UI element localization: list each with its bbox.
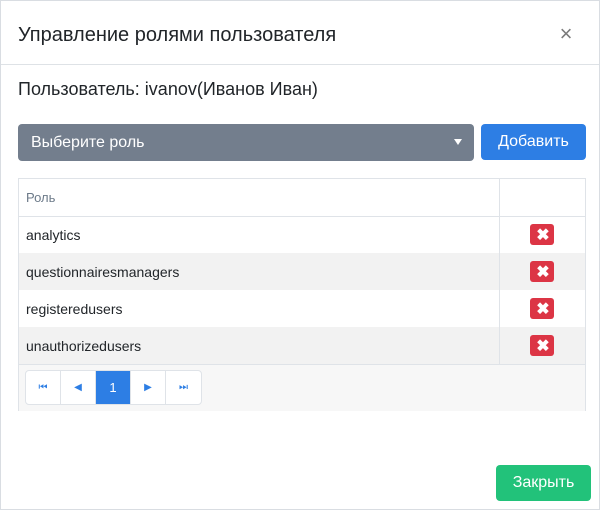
- action-cell: ✖: [498, 290, 585, 327]
- user-label: Пользователь: ivanov(Иванов Иван): [18, 79, 318, 99]
- add-role-button[interactable]: Добавить: [481, 124, 586, 160]
- delete-icon[interactable]: ✖: [530, 298, 555, 319]
- role-cell: analytics: [26, 226, 81, 243]
- last-page-icon[interactable]: ⏭: [166, 371, 201, 404]
- caret-down-icon: [454, 139, 462, 145]
- role-cell: registeredusers: [26, 300, 123, 317]
- role-select[interactable]: Выберите роль: [18, 124, 474, 161]
- role-cell: questionnairesmanagers: [19, 253, 499, 290]
- table-row: registeredusers ✖: [19, 290, 585, 327]
- role-management-modal: Управление ролями пользователя × Пользов…: [0, 0, 600, 510]
- pager-area: ⏮ ◀ 1 ▶ ⏭: [19, 364, 585, 411]
- close-icon[interactable]: ×: [552, 19, 580, 47]
- column-header-role[interactable]: Роль: [19, 179, 499, 217]
- roles-grid: Роль analytics ✖ questionnairesmanagers …: [18, 178, 586, 411]
- delete-icon[interactable]: ✖: [530, 261, 555, 282]
- modal-title: Управление ролями пользователя: [18, 24, 337, 46]
- action-cell: ✖: [498, 253, 585, 290]
- pagination: ⏮ ◀ 1 ▶ ⏭: [25, 370, 202, 405]
- delete-icon[interactable]: ✖: [530, 224, 555, 246]
- role-cell: unauthorizedusers: [19, 327, 499, 364]
- action-cell: ✖: [498, 216, 585, 253]
- action-cell: ✖: [498, 327, 585, 364]
- first-page-icon[interactable]: ⏮: [26, 371, 61, 404]
- close-button[interactable]: Закрыть: [496, 465, 591, 501]
- delete-icon[interactable]: ✖: [530, 335, 555, 356]
- table-row: unauthorizedusers ✖: [19, 327, 585, 364]
- table-row: analytics ✖: [19, 216, 585, 253]
- page-button-current[interactable]: 1: [96, 371, 131, 404]
- table-row: questionnairesmanagers ✖: [19, 253, 585, 290]
- column-header-actions: [498, 179, 585, 217]
- next-page-icon[interactable]: ▶: [131, 371, 166, 404]
- prev-page-icon[interactable]: ◀: [61, 371, 96, 404]
- role-select-value: Выберите роль: [31, 134, 145, 151]
- table-header-row: Роль: [19, 179, 585, 217]
- modal-header: Управление ролями пользователя ×: [1, 1, 599, 65]
- roles-table: Роль analytics ✖ questionnairesmanagers …: [19, 179, 585, 364]
